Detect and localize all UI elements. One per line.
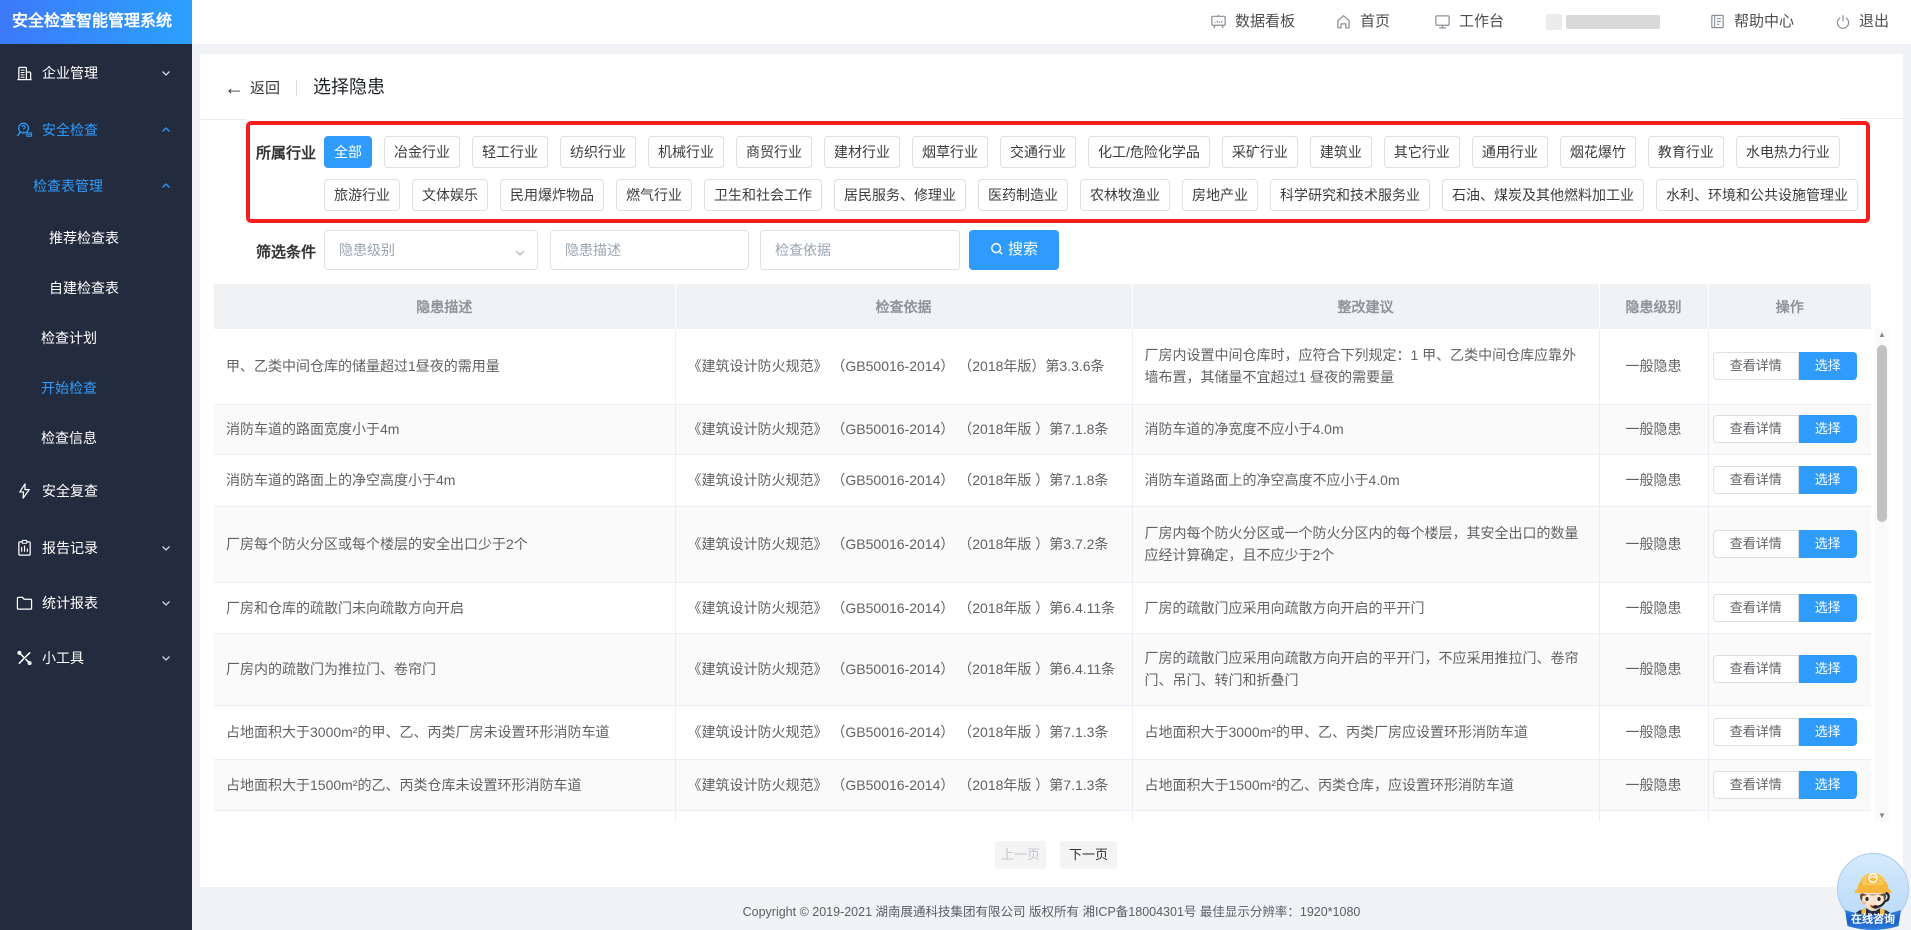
svg-text:在线咨询: 在线咨询	[1851, 912, 1895, 926]
